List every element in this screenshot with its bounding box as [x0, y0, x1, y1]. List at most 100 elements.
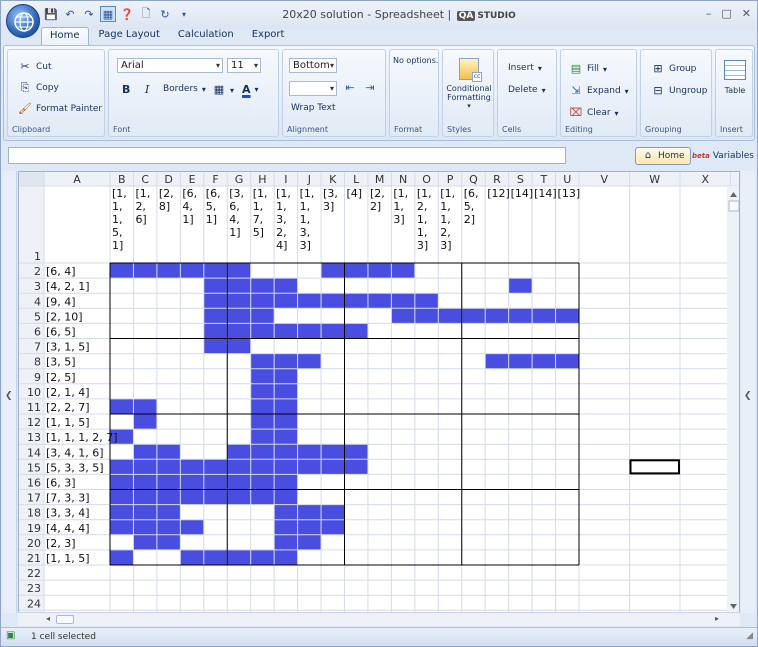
filled-cell[interactable] — [508, 308, 533, 324]
filled-cell[interactable] — [227, 459, 251, 475]
filled-cell[interactable] — [227, 308, 251, 324]
filled-cell[interactable] — [391, 263, 415, 279]
filled-cell[interactable] — [250, 429, 275, 445]
filled-cell[interactable] — [321, 504, 345, 520]
filled-cell[interactable] — [156, 474, 181, 490]
filled-cell[interactable] — [110, 459, 134, 475]
filled-cell[interactable] — [274, 519, 298, 535]
filled-cell[interactable] — [133, 489, 157, 505]
filled-cell[interactable] — [297, 534, 322, 550]
filled-cell[interactable] — [321, 459, 345, 475]
filled-cell[interactable] — [227, 444, 251, 460]
filled-cell[interactable] — [180, 263, 204, 279]
left-panel-toggle[interactable]: ❮ — [3, 171, 17, 613]
cut-button[interactable]: ✂ Cut — [18, 60, 51, 74]
filled-cell[interactable] — [133, 263, 157, 279]
tab-home[interactable]: Home — [41, 27, 89, 45]
grid-canvas[interactable]: A B C D E F G H I J K L M N O P Q R S T U V W X1234567891011121… — [19, 172, 740, 613]
filled-cell[interactable] — [156, 489, 181, 505]
filled-cell[interactable] — [532, 308, 556, 324]
filled-cell[interactable] — [344, 459, 368, 475]
filled-cell[interactable] — [508, 353, 533, 369]
filled-cell[interactable] — [133, 398, 157, 414]
vertical-scrollbar[interactable] — [727, 186, 740, 613]
application-menu-button[interactable] — [6, 4, 40, 38]
filled-cell[interactable] — [110, 504, 134, 520]
right-panel-toggle[interactable]: ❮ — [741, 171, 755, 613]
filled-cell[interactable] — [297, 444, 322, 460]
filled-cell[interactable] — [367, 263, 392, 279]
clear-dropdown[interactable]: ⌧ Clear ▾ — [569, 106, 619, 120]
filled-cell[interactable] — [297, 323, 322, 339]
filled-cell[interactable] — [274, 414, 298, 430]
filled-cell[interactable] — [508, 278, 533, 294]
filled-cell[interactable] — [297, 459, 322, 475]
filled-cell[interactable] — [250, 398, 275, 414]
conditional-formatting-button[interactable]: cc Conditional Formatting ▾ — [445, 58, 493, 110]
filled-cell[interactable] — [227, 489, 251, 505]
filled-cell[interactable] — [156, 263, 181, 279]
filled-cell[interactable] — [227, 549, 251, 565]
filled-cell[interactable] — [250, 549, 275, 565]
filled-cell[interactable] — [203, 263, 228, 279]
minimize-button[interactable]: – — [706, 7, 712, 20]
filled-cell[interactable] — [203, 338, 228, 354]
selected-cell[interactable] — [629, 459, 680, 475]
filled-cell[interactable] — [203, 278, 228, 294]
filled-cell[interactable] — [438, 308, 462, 324]
filled-cell[interactable] — [133, 474, 157, 490]
filled-cell[interactable] — [274, 504, 298, 520]
filled-cell[interactable] — [133, 444, 157, 460]
filled-cell[interactable] — [133, 504, 157, 520]
filled-cell[interactable] — [274, 353, 298, 369]
filled-cell[interactable] — [227, 263, 251, 279]
filled-cell[interactable] — [110, 263, 134, 279]
filled-cell[interactable] — [180, 519, 204, 535]
filled-cell[interactable] — [250, 308, 275, 324]
tab-page-layout[interactable]: Page Layout — [91, 27, 168, 45]
filled-cell[interactable] — [274, 383, 298, 399]
table-button[interactable]: Table — [719, 60, 751, 95]
filled-cell[interactable] — [180, 549, 204, 565]
filled-cell[interactable] — [227, 323, 251, 339]
bold-button[interactable]: B — [122, 83, 130, 96]
filled-cell[interactable] — [110, 398, 134, 414]
font-size-select[interactable]: 11 ▾ — [227, 58, 261, 73]
tab-export[interactable]: Export — [244, 27, 293, 45]
filled-cell[interactable] — [133, 459, 157, 475]
select-all-corner[interactable] — [19, 172, 44, 186]
filled-cell[interactable] — [274, 444, 298, 460]
filled-cell[interactable] — [203, 308, 228, 324]
filled-cell[interactable] — [367, 293, 392, 309]
filled-cell[interactable] — [203, 549, 228, 565]
delete-cells-dropdown[interactable]: Delete ▾ — [508, 85, 546, 95]
tab-calculation[interactable]: Calculation — [170, 27, 242, 45]
filled-cell[interactable] — [110, 519, 134, 535]
home-view-button[interactable]: ⌂ Home — [635, 147, 691, 165]
horizontal-scrollbar[interactable]: ◂ ▸ — [18, 612, 740, 626]
filled-cell[interactable] — [227, 278, 251, 294]
filled-cell[interactable] — [250, 278, 275, 294]
filled-cell[interactable] — [321, 323, 345, 339]
filled-cell[interactable] — [133, 519, 157, 535]
filled-cell[interactable] — [110, 549, 134, 565]
font-family-select[interactable]: Arial ▾ — [117, 58, 223, 73]
filled-cell[interactable] — [203, 293, 228, 309]
filled-cell[interactable] — [274, 293, 298, 309]
filled-cell[interactable] — [250, 383, 275, 399]
filled-cell[interactable] — [110, 489, 134, 505]
filled-cell[interactable] — [274, 474, 298, 490]
borders-style-button[interactable]: ▦ ▾ — [212, 83, 234, 97]
fill-dropdown[interactable]: ▤ Fill ▾ — [569, 62, 607, 76]
increase-indent-button[interactable]: ⇥ — [363, 81, 377, 95]
filled-cell[interactable] — [532, 353, 556, 369]
filled-cell[interactable] — [227, 293, 251, 309]
filled-cell[interactable] — [180, 459, 204, 475]
filled-cell[interactable] — [274, 459, 298, 475]
indent-select[interactable]: ▾ — [289, 81, 337, 96]
filled-cell[interactable] — [250, 353, 275, 369]
filled-cell[interactable] — [297, 519, 322, 535]
filled-cell[interactable] — [250, 459, 275, 475]
filled-cell[interactable] — [250, 368, 275, 384]
filled-cell[interactable] — [156, 519, 181, 535]
